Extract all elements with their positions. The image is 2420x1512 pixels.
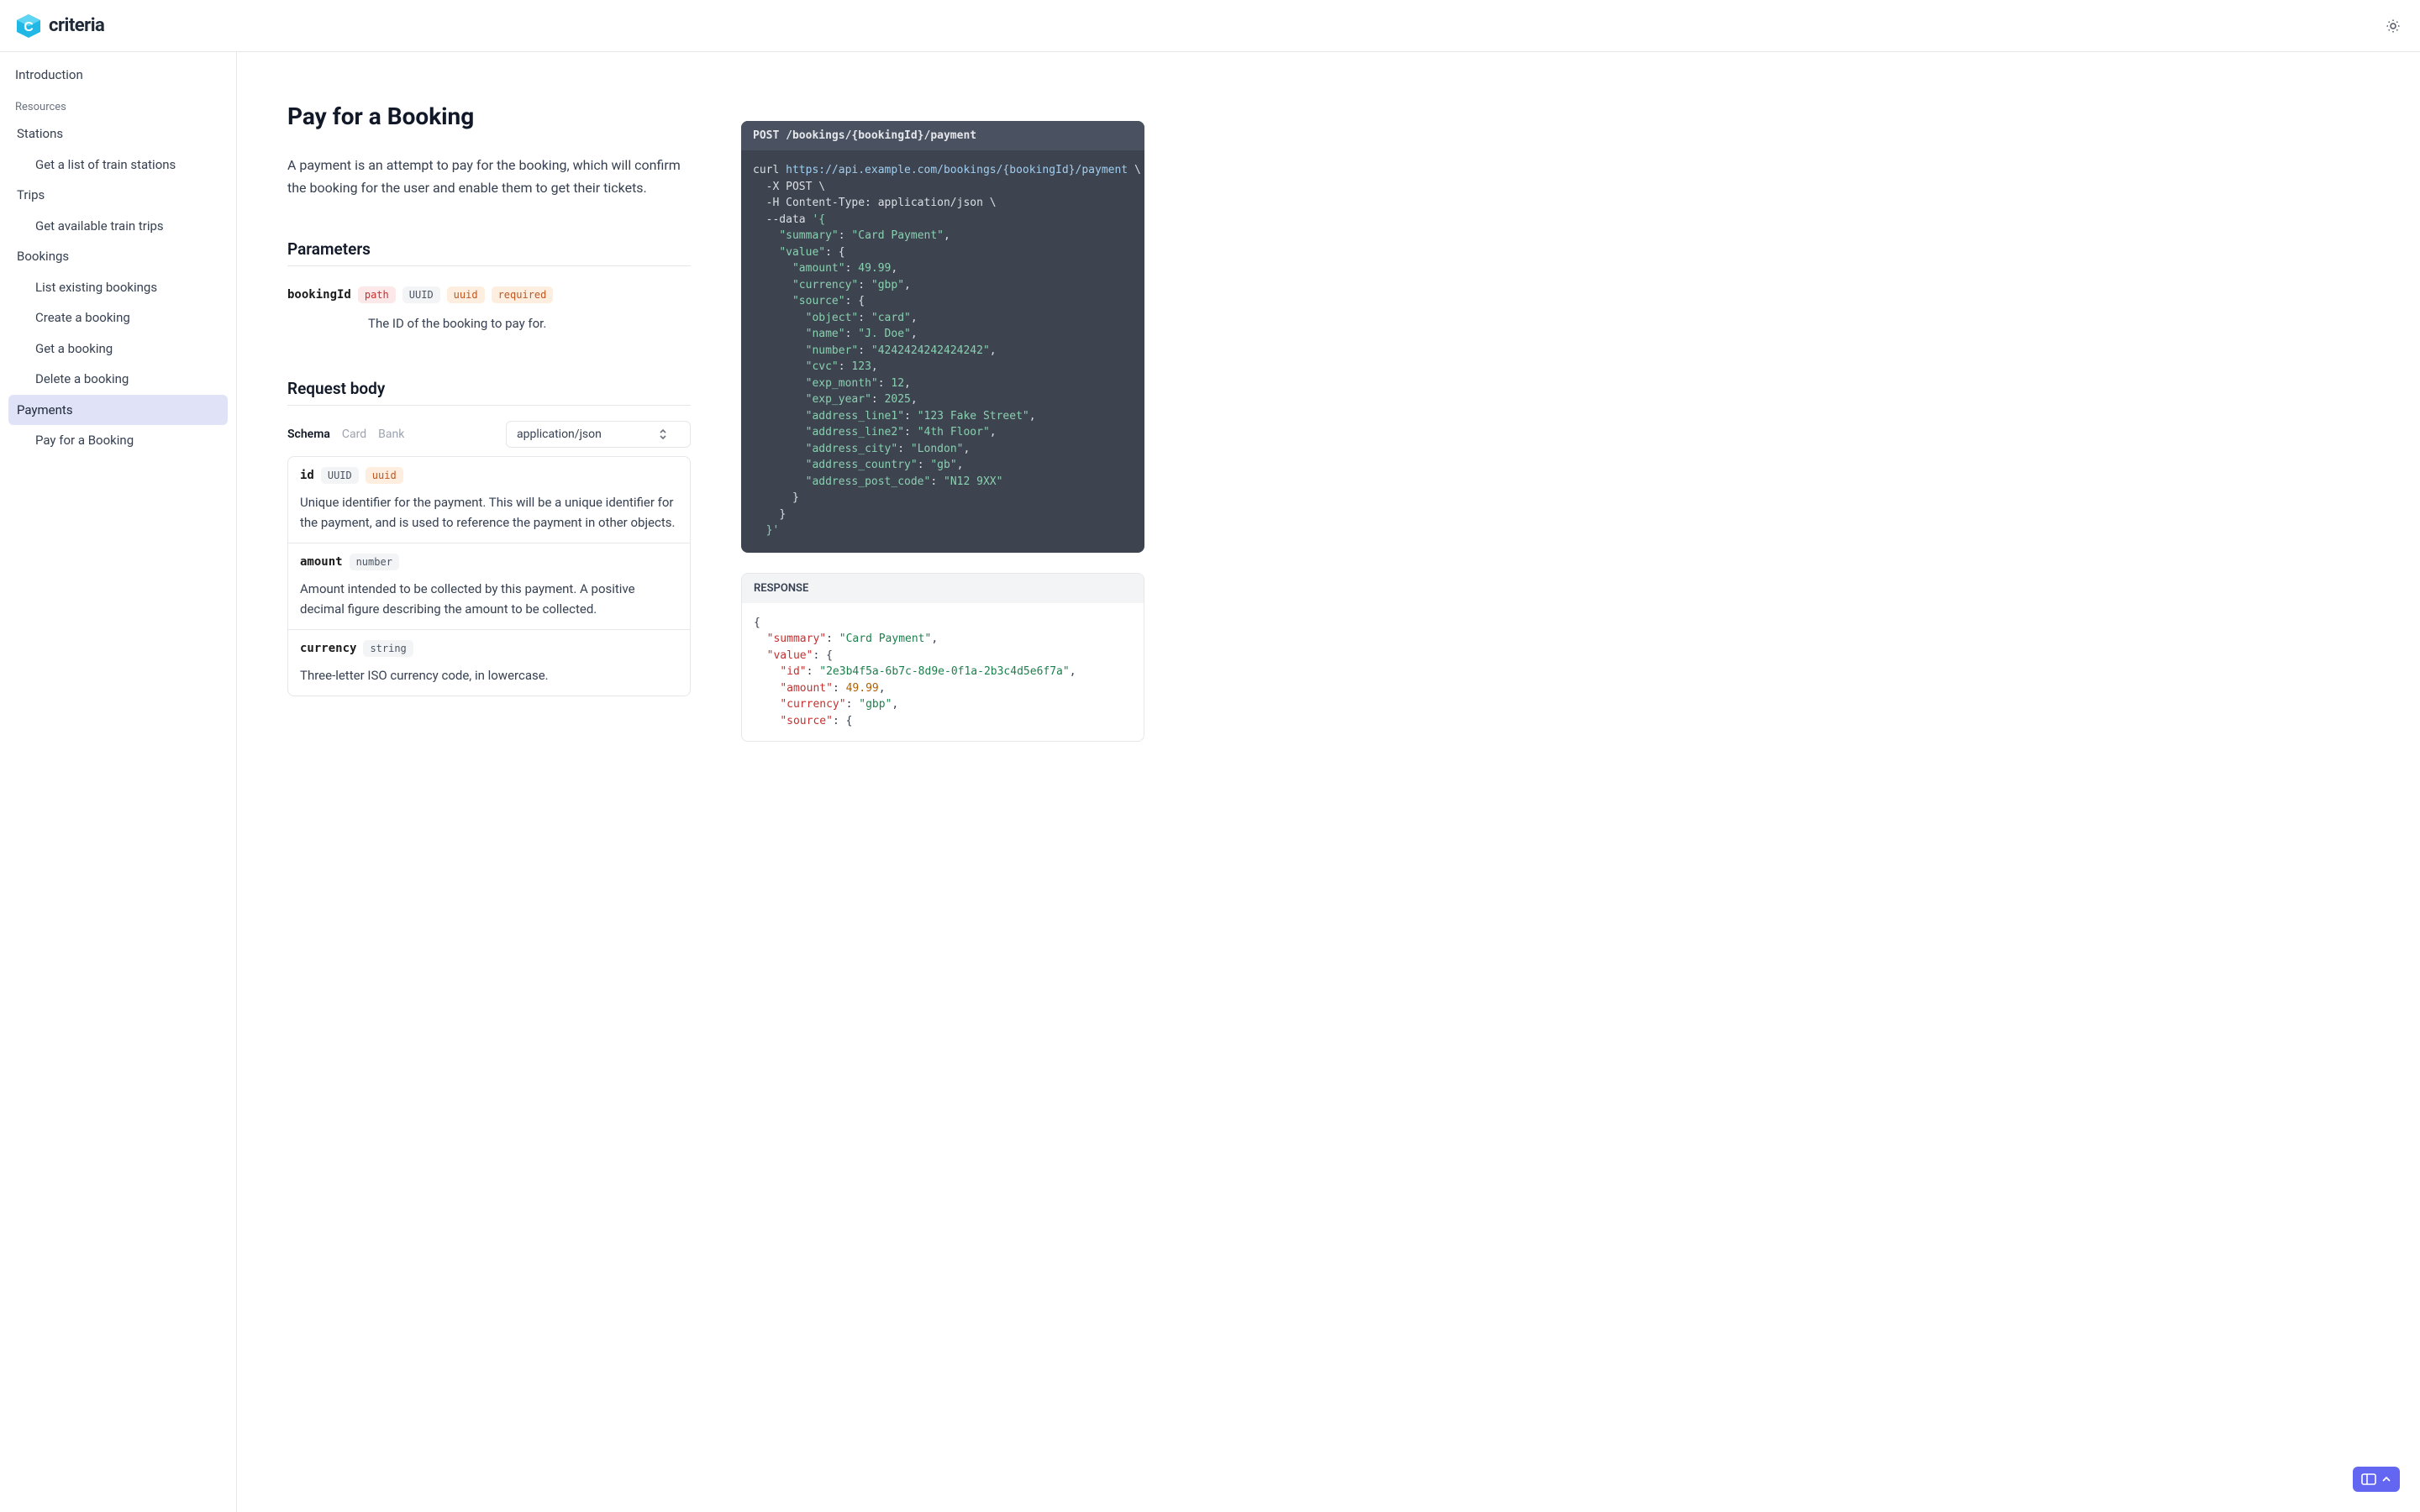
nav-introduction[interactable]: Introduction — [8, 62, 228, 87]
field-chip-type: string — [363, 640, 413, 657]
nav-bookings[interactable]: Bookings — [8, 241, 228, 272]
nav-stations-list[interactable]: Get a list of train stations — [8, 150, 228, 181]
response-panel: RESPONSE { "summary": "Card Payment", "v… — [741, 573, 1144, 743]
parameter-row: bookingId path UUID uuid required The ID… — [287, 273, 691, 354]
param-chip-format: uuid — [447, 286, 485, 303]
param-chip-path: path — [358, 286, 396, 303]
nav-trips-list[interactable]: Get available train trips — [8, 211, 228, 242]
nav-payments-pay[interactable]: Pay for a Booking — [8, 425, 228, 456]
field-description: Amount intended to be collected by this … — [300, 579, 678, 619]
nav-bookings-create[interactable]: Create a booking — [8, 302, 228, 333]
response-body[interactable]: { "summary": "Card Payment", "value": { … — [742, 603, 1144, 742]
field-name: currency — [300, 642, 356, 655]
field-description: Unique identifier for the payment. This … — [300, 492, 678, 533]
param-chip-type: UUID — [402, 286, 440, 303]
param-chip-required: required — [492, 286, 554, 303]
content-type-value: application/json — [517, 428, 602, 441]
param-name: bookingId — [287, 288, 351, 302]
content-type-select[interactable]: application/json — [506, 421, 691, 448]
nav-bookings-get[interactable]: Get a booking — [8, 333, 228, 365]
response-header: RESPONSE — [742, 574, 1144, 603]
page-description: A payment is an attempt to pay for the b… — [287, 154, 691, 199]
chevron-up-icon — [2381, 1476, 2391, 1483]
svg-text:C: C — [24, 20, 34, 34]
floating-action-button[interactable] — [2353, 1467, 2400, 1492]
app-header: C criteria — [0, 0, 2420, 52]
nav-trips[interactable]: Trips — [8, 180, 228, 211]
nav-payments[interactable]: Payments — [8, 395, 228, 426]
nav-section-resources: Resources — [8, 92, 228, 118]
code-body[interactable]: curl https://api.example.com/bookings/{b… — [741, 150, 1144, 553]
tab-card[interactable]: Card — [342, 428, 366, 441]
brand-logo[interactable]: C criteria — [15, 13, 104, 39]
schema-tabs: Schema Card Bank — [287, 428, 404, 441]
main-content: Pay for a Booking A payment is an attemp… — [237, 52, 2420, 1512]
field-name: amount — [300, 555, 343, 569]
schema-field-currency: currency string Three-letter ISO currenc… — [288, 630, 690, 696]
brand-name: criteria — [49, 15, 104, 36]
tab-schema[interactable]: Schema — [287, 428, 330, 441]
theme-toggle[interactable] — [2381, 14, 2405, 38]
page-title: Pay for a Booking — [287, 102, 691, 130]
parameters-heading: Parameters — [287, 239, 691, 266]
schema-box: id UUID uuid Unique identifier for the p… — [287, 456, 691, 696]
logo-icon: C — [15, 13, 42, 39]
field-chip-type: number — [350, 554, 399, 570]
request-code-panel: POST /bookings/{bookingId}/payment curl … — [741, 121, 1144, 553]
code-header: POST /bookings/{bookingId}/payment — [741, 121, 1144, 150]
schema-field-id: id UUID uuid Unique identifier for the p… — [288, 457, 690, 543]
nav-bookings-delete[interactable]: Delete a booking — [8, 364, 228, 395]
request-body-heading: Request body — [287, 379, 691, 406]
nav-stations[interactable]: Stations — [8, 118, 228, 150]
sidebar-nav: Introduction Resources Stations Get a li… — [0, 52, 237, 1512]
field-description: Three-letter ISO currency code, in lower… — [300, 665, 678, 685]
field-name: id — [300, 469, 314, 482]
panel-icon — [2361, 1473, 2376, 1485]
field-chip-format: uuid — [366, 467, 403, 484]
param-description: The ID of the booking to pay for. — [287, 313, 691, 333]
chevron-up-down-icon — [658, 428, 668, 440]
nav-bookings-list[interactable]: List existing bookings — [8, 272, 228, 303]
tab-bank[interactable]: Bank — [378, 428, 404, 441]
schema-field-amount: amount number Amount intended to be coll… — [288, 543, 690, 630]
field-chip-type: UUID — [321, 467, 359, 484]
